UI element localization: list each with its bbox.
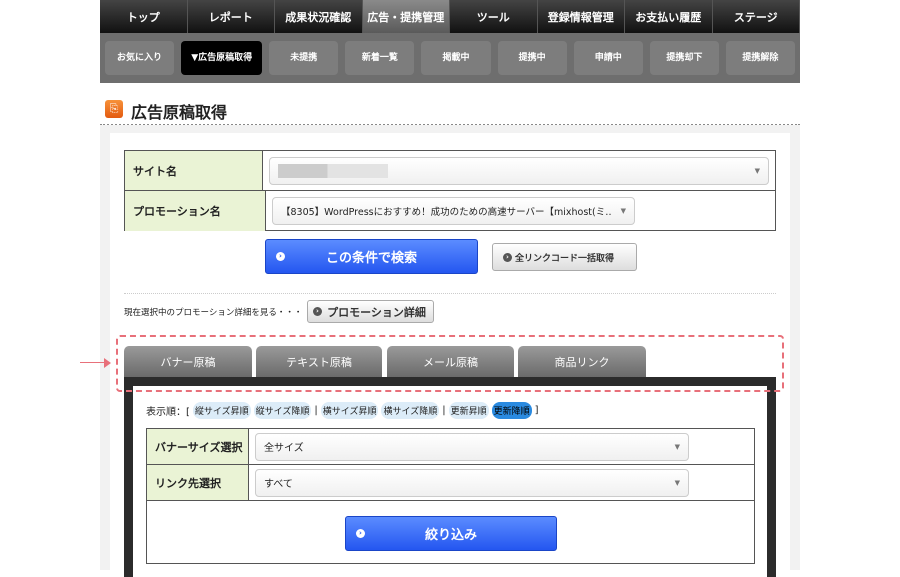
banner-size-select[interactable]: 全サイズ ▼ [255, 432, 689, 461]
sort-option[interactable]: 縦サイズ昇順 [192, 402, 251, 419]
sort-order: 表示順：[縦サイズ昇順 縦サイズ降順 | 横サイズ昇順 横サイズ降順 | 更新昇順 更新降順] [146, 402, 539, 419]
promo-label: プロモーション名 [125, 191, 266, 231]
arrow-icon [80, 362, 106, 363]
nav-item[interactable]: トップ [100, 0, 188, 33]
search-button-label: この条件で検索 [325, 251, 417, 266]
link-target-value: すべて [264, 479, 293, 490]
subnav-item[interactable]: 提携却下 [649, 41, 719, 75]
subnav-item[interactable]: 提携中 [497, 41, 567, 75]
promo-detail-label: プロモーション詳細 [327, 305, 426, 319]
banner-size-label: バナーサイズ選択 [147, 429, 249, 464]
document-icon: ⎘ [105, 100, 123, 118]
promo-detail-button[interactable]: › プロモーション詳細 [307, 300, 434, 323]
subnav-item[interactable]: 申請中 [573, 41, 643, 75]
link-target-label: リンク先選択 [147, 465, 249, 500]
filter-button[interactable]: › 絞り込み [345, 516, 557, 551]
nav-item[interactable]: 広告・提携管理 [362, 0, 450, 33]
chevron-down-icon: ▼ [674, 478, 680, 487]
nav-item[interactable]: お支払い履歴 [625, 0, 713, 33]
site-select[interactable]: ▼ [269, 156, 769, 185]
filter-button-label: 絞り込み [424, 528, 477, 543]
sort-label: 表示順：[ [146, 407, 190, 418]
sort-option[interactable]: 横サイズ降順 [381, 402, 440, 419]
nav-item[interactable]: ツール [450, 0, 538, 33]
site-value-blurred [278, 163, 388, 178]
promo-value: 【8305】WordPressにおすすめ！成功のための高速サーバー【mixhos… [281, 207, 611, 218]
sort-bracket: ] [534, 405, 539, 416]
sort-option[interactable]: 横サイズ昇順 [320, 402, 379, 419]
link-target-select[interactable]: すべて ▼ [255, 468, 689, 497]
search-button[interactable]: › この条件で検索 [265, 239, 478, 274]
banner-size-value: 全サイズ [264, 443, 304, 454]
subnav-item[interactable]: 掲載中 [421, 41, 491, 75]
arrow-circle-icon: › [356, 529, 365, 538]
chevron-down-icon: ▼ [674, 442, 680, 451]
arrow-circle-icon: › [276, 252, 285, 261]
sort-separator: | [442, 405, 446, 416]
nav-item[interactable]: ステージ [713, 0, 800, 33]
nav-item[interactable]: 成果状況確認 [275, 0, 363, 33]
sort-option[interactable]: 縦サイズ降順 [253, 402, 312, 419]
subnav-item[interactable]: 未提携 [269, 41, 339, 75]
chevron-down-icon: ▼ [754, 166, 760, 175]
sort-option[interactable]: 更新昇順 [448, 402, 489, 419]
sort-separator: | [314, 405, 318, 416]
site-label: サイト名 [125, 151, 263, 190]
subnav-item[interactable]: お気に入り [105, 41, 175, 75]
arrow-circle-icon: › [503, 252, 512, 262]
divider [124, 293, 776, 294]
all-link-code-button[interactable]: › 全リンクコード一括取得 [492, 243, 637, 271]
nav-item[interactable]: レポート [188, 0, 275, 33]
nav-item[interactable]: 登録情報管理 [538, 0, 625, 33]
subnav-item[interactable]: 新着一覧 [345, 41, 415, 75]
arrow-circle-icon: › [313, 307, 322, 316]
sort-option[interactable]: 更新降順 [491, 402, 532, 419]
chevron-down-icon: ▼ [620, 207, 626, 215]
main-nav: トップ レポート 成果状況確認 広告・提携管理 ツール 登録情報管理 お支払い履歴 ステージ [100, 0, 800, 33]
search-form-table: サイト名 ▼ プロモーション名 【8305】WordPressにおすすめ！成功の… [124, 150, 776, 231]
promo-select[interactable]: 【8305】WordPressにおすすめ！成功のための高速サーバー【mixhos… [272, 197, 635, 225]
subnav-item[interactable]: ▼広告原稿取得 [181, 41, 263, 75]
subnav-item[interactable]: 提携解除 [725, 41, 795, 75]
highlight-box [116, 335, 784, 392]
promo-detail-text: 現在選択中のプロモーション詳細を見る・・・ [124, 308, 303, 318]
sub-nav: お気に入り ▼広告原稿取得 未提携 新着一覧 掲載中 提携中 申請中 提携却下 提携解除 [100, 33, 800, 83]
page-title: 広告原稿取得 [131, 103, 228, 122]
arrow-head-icon [104, 358, 111, 368]
all-link-code-label: 全リンクコード一括取得 [514, 253, 614, 264]
